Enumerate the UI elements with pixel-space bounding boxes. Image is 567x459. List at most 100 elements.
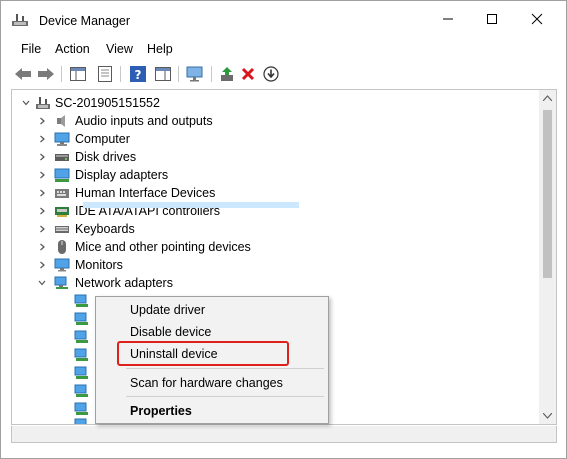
forward-arrow-icon [38, 68, 54, 80]
chevron-right-icon[interactable] [36, 187, 48, 199]
toolbar: ? [1, 61, 566, 87]
disable-device-button[interactable] [261, 64, 281, 84]
tree-category-row[interactable]: Display adapters [12, 166, 540, 184]
minimize-button[interactable] [425, 1, 471, 37]
menu-separator [126, 368, 324, 369]
chevron-right-icon[interactable] [36, 205, 48, 217]
computer-root-icon [36, 97, 50, 109]
chevron-right-icon[interactable] [36, 133, 48, 145]
computer-icon [54, 132, 70, 146]
tree-category-row[interactable]: Keyboards [12, 220, 540, 238]
keyboard-icon [55, 226, 69, 233]
speaker-icon [57, 115, 65, 127]
close-button[interactable] [514, 1, 560, 37]
properties-sheet-icon [98, 66, 112, 82]
help-icon: ? [130, 66, 146, 82]
menu-file[interactable]: File [21, 42, 41, 56]
chevron-right-icon[interactable] [36, 169, 48, 181]
scrollbar-thumb[interactable] [543, 110, 552, 278]
maximize-button[interactable] [469, 1, 515, 37]
category-label: Monitors [75, 258, 123, 272]
device-manager-app-icon [12, 14, 28, 26]
show-hide-console-tree-button[interactable] [68, 64, 88, 84]
back-button[interactable] [13, 64, 33, 84]
monitor-scan-icon [186, 66, 203, 82]
toolbar-separator [61, 66, 62, 82]
network-adapter-icon[interactable] [74, 401, 90, 417]
toolbar-separator [120, 66, 121, 82]
network-adapter-icon[interactable] [74, 365, 90, 381]
update-driver-button[interactable] [217, 64, 237, 84]
network-adapter-icon[interactable] [74, 329, 90, 345]
menu-item-label: Properties [130, 404, 192, 418]
menu-bar: File Action View Help [1, 38, 566, 60]
toolbar-separator [211, 66, 212, 82]
category-label: Keyboards [75, 222, 135, 236]
tree-root[interactable]: SC-201905151552 [12, 94, 540, 112]
menu-action[interactable]: Action [55, 42, 90, 56]
scan-hardware-button[interactable] [185, 64, 205, 84]
network-adapter-icon[interactable] [74, 383, 90, 399]
update-driver-icon [221, 67, 233, 81]
uninstall-device-button[interactable] [238, 64, 258, 84]
tree-category-row[interactable]: Disk drives [12, 148, 540, 166]
scroll-down-arrow-icon[interactable] [543, 413, 552, 419]
console-tree-icon [70, 67, 86, 81]
svg-text:?: ? [135, 68, 142, 82]
selected-adapter-highlight [83, 202, 299, 208]
close-icon [531, 13, 543, 25]
view-toggle-button[interactable] [153, 64, 173, 84]
chevron-right-icon[interactable] [36, 259, 48, 271]
tree-category-row[interactable]: Computer [12, 130, 540, 148]
menu-help[interactable]: Help [147, 42, 173, 56]
title-bar: Device Manager [1, 1, 566, 37]
mouse-icon [58, 240, 66, 254]
tree-category-row[interactable]: Audio inputs and outputs [12, 112, 540, 130]
category-label: Display adapters [75, 168, 169, 182]
scroll-up-arrow-icon[interactable] [543, 95, 552, 101]
chevron-right-icon[interactable] [36, 223, 48, 235]
network-adapter-icon[interactable] [74, 293, 90, 309]
disk-drive-icon [55, 154, 69, 161]
display-adapter-icon [54, 168, 70, 182]
monitor-icon [54, 258, 70, 272]
tree-category-row[interactable]: Monitors [12, 256, 540, 274]
menu-scan-hardware[interactable]: Scan for hardware changes [96, 372, 328, 394]
menu-view[interactable]: View [106, 42, 133, 56]
chevron-right-icon[interactable] [36, 241, 48, 253]
properties-toolbar-button[interactable] [95, 64, 115, 84]
uninstall-highlight-box [117, 341, 289, 366]
chevron-down-icon[interactable] [20, 97, 32, 109]
network-adapter-icon [54, 276, 68, 289]
category-label: Human Interface Devices [75, 186, 216, 200]
category-label: Mice and other pointing devices [75, 240, 251, 254]
chevron-right-icon[interactable] [36, 115, 48, 127]
network-adapter-icon[interactable] [74, 347, 90, 363]
category-label: Computer [75, 132, 130, 146]
network-adapter-icon[interactable] [74, 311, 90, 327]
menu-update-driver[interactable]: Update driver [96, 299, 328, 321]
chevron-right-icon[interactable] [36, 151, 48, 163]
minimize-icon [443, 18, 453, 20]
menu-disable-device[interactable]: Disable device [96, 321, 328, 343]
category-label: Disk drives [75, 150, 137, 164]
panel-view-icon [155, 67, 171, 81]
forward-button[interactable] [36, 64, 56, 84]
tree-category-row[interactable]: Mice and other pointing devices [12, 238, 540, 256]
computer-name: SC-201905151552 [55, 96, 160, 110]
back-arrow-icon [15, 68, 31, 80]
hid-icon [55, 189, 69, 198]
horizontal-scrollbar[interactable] [11, 426, 557, 443]
network-adapter-icon[interactable] [74, 417, 90, 425]
help-toolbar-button[interactable]: ? [128, 64, 148, 84]
category-label: Network adapters [75, 276, 173, 290]
ide-controller-icon [55, 207, 69, 217]
category-label: Audio inputs and outputs [75, 114, 213, 128]
red-x-icon [241, 67, 255, 81]
chevron-down-icon[interactable] [36, 277, 48, 289]
tree-category-row-expanded[interactable]: Network adapters [12, 274, 540, 292]
menu-properties[interactable]: Properties [96, 400, 328, 422]
vertical-scrollbar[interactable] [539, 90, 556, 424]
menu-item-label: Disable device [130, 325, 212, 339]
tree-category-row[interactable]: Human Interface Devices [12, 184, 540, 202]
